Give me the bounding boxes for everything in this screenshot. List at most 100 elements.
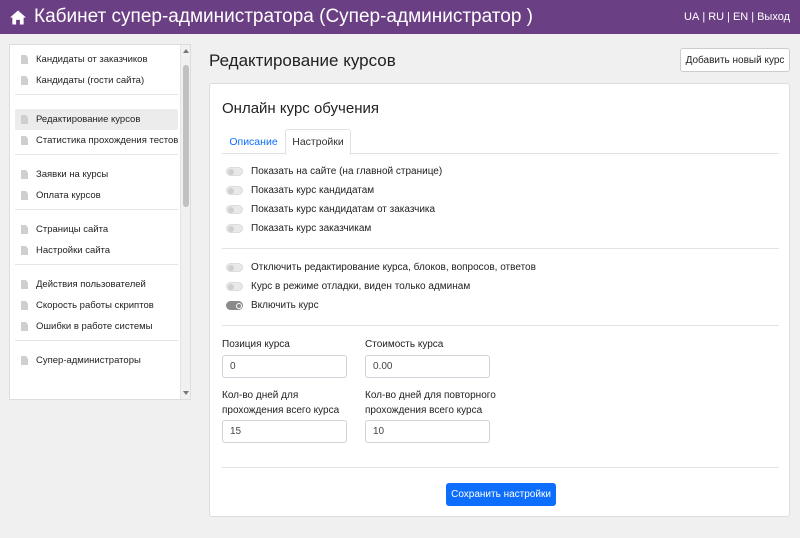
document-icon <box>21 322 28 331</box>
show-to-customer-candidates-toggle[interactable] <box>226 205 243 214</box>
repeat-days-label-line1: Кол-во дней для повторного <box>365 390 496 401</box>
scrollbar-thumb[interactable] <box>183 65 189 207</box>
sidebar-item-user-actions[interactable]: Действия пользователей <box>15 274 178 295</box>
sidebar-item-edit-courses[interactable]: Редактирование курсов <box>15 109 178 130</box>
sidebar-item-label: Ошибки в работе системы <box>36 321 153 332</box>
document-icon <box>21 356 28 365</box>
repeat-days-input[interactable]: 10 <box>365 420 490 443</box>
lang-ua-link[interactable]: UA <box>684 11 699 23</box>
app-title: Кабинет супер-администратора (Супер-адми… <box>34 6 533 27</box>
sidebar-group: Кандидаты от заказчиков Кандидаты (гости… <box>15 45 178 95</box>
sidebar-item-script-speed[interactable]: Скорость работы скриптов <box>15 295 178 316</box>
show-to-candidates-toggle[interactable] <box>226 186 243 195</box>
sidebar-item-course-payments[interactable]: Оплата курсов <box>15 185 178 206</box>
sidebar-group: Страницы сайта Настройки сайта <box>15 210 178 265</box>
document-icon <box>21 280 28 289</box>
debug-mode-toggle[interactable] <box>226 282 243 291</box>
sidebar-item-test-statistics[interactable]: Статистика прохождения тестов <box>15 130 178 151</box>
document-icon <box>21 136 28 145</box>
position-label: Позиция курса <box>222 339 290 350</box>
switch-label: Показать на сайте (на главной странице) <box>251 166 443 177</box>
save-settings-button[interactable]: Сохранить настройки <box>446 483 556 506</box>
divider <box>222 325 779 326</box>
switch-label: Показать курс кандидатам <box>251 185 375 196</box>
sidebar-item-label: Скорость работы скриптов <box>36 300 154 311</box>
sidebar-item-super-admins[interactable]: Супер-администраторы <box>15 350 178 371</box>
days-label-line2: прохождения всего курса <box>222 405 340 416</box>
price-label: Стоимость курса <box>365 339 444 350</box>
switch-row: Показать курс заказчикам <box>226 223 371 234</box>
position-input[interactable]: 0 <box>222 355 347 378</box>
sidebar-item-guest-candidates[interactable]: Кандидаты (гости сайта) <box>15 70 178 91</box>
sidebar-item-course-requests[interactable]: Заявки на курсы <box>15 164 178 185</box>
separator: | <box>702 11 706 23</box>
sidebar-group: Редактирование курсов Статистика прохожд… <box>15 95 178 155</box>
logout-link[interactable]: Выход <box>757 11 790 23</box>
document-icon <box>21 55 28 64</box>
document-icon <box>21 170 28 179</box>
sidebar-item-label: Кандидаты от заказчиков <box>36 54 148 65</box>
sidebar-item-label: Заявки на курсы <box>36 169 109 180</box>
show-to-customers-toggle[interactable] <box>226 224 243 233</box>
course-card: Онлайн курс обучения Описание Настройки … <box>209 83 790 517</box>
sidebar-item-site-settings[interactable]: Настройки сайта <box>15 240 178 261</box>
sidebar-item-label: Статистика прохождения тестов <box>36 135 179 146</box>
sidebar-scrollbar[interactable] <box>180 45 190 399</box>
divider <box>222 248 779 249</box>
days-input[interactable]: 15 <box>222 420 347 443</box>
lang-en-link[interactable]: EN <box>733 11 748 23</box>
card-title: Онлайн курс обучения <box>222 100 379 117</box>
show-on-site-toggle[interactable] <box>226 167 243 176</box>
document-icon <box>21 191 28 200</box>
switch-row: Включить курс <box>226 300 319 311</box>
repeat-days-label-line2: прохождения всего курса <box>365 405 483 416</box>
sidebar-item-label: Страницы сайта <box>36 224 109 235</box>
scroll-up-arrow-icon[interactable] <box>183 49 189 53</box>
sidebar-item-customer-candidates[interactable]: Кандидаты от заказчиков <box>15 49 178 70</box>
document-icon <box>21 301 28 310</box>
sidebar-group: Заявки на курсы Оплата курсов <box>15 155 178 210</box>
divider <box>222 467 779 468</box>
scroll-down-arrow-icon[interactable] <box>183 391 189 395</box>
switch-label: Показать курс заказчикам <box>251 223 372 234</box>
separator: | <box>727 11 730 23</box>
sidebar-item-system-errors[interactable]: Ошибки в работе системы <box>15 316 178 337</box>
switch-label: Показать курс кандидатам от заказчика <box>251 204 436 215</box>
enable-course-toggle[interactable] <box>226 301 243 310</box>
sidebar-item-label: Действия пользователей <box>36 279 146 290</box>
switch-label: Курс в режиме отладки, виден только адми… <box>251 281 471 292</box>
sidebar-item-label: Оплата курсов <box>36 190 101 201</box>
sidebar-item-label: Настройки сайта <box>36 245 111 256</box>
lang-ru-link[interactable]: RU <box>708 11 724 23</box>
add-course-button[interactable]: Добавить новый курс <box>680 48 790 72</box>
home-icon[interactable] <box>10 9 26 25</box>
switch-row: Показать курс кандидатам <box>226 185 374 196</box>
sidebar-group: Супер-администраторы <box>15 341 178 374</box>
separator: | <box>751 11 755 23</box>
switch-row: Курс в режиме отладки, виден только адми… <box>226 281 470 292</box>
switch-row: Показать курс кандидатам от заказчика <box>226 204 435 215</box>
document-icon <box>21 225 28 234</box>
switch-label: Отключить редактирование курса, блоков, … <box>251 262 536 273</box>
top-bar: Кабинет супер-администратора (Супер-адми… <box>0 0 800 34</box>
language-switcher: UA | RU | EN | Выход <box>684 11 790 23</box>
days-label-line1: Кол-во дней для <box>222 390 299 401</box>
disable-editing-toggle[interactable] <box>226 263 243 272</box>
tab-bar: Описание Настройки <box>222 129 779 155</box>
sidebar-item-site-pages[interactable]: Страницы сайта <box>15 219 178 240</box>
switch-label: Включить курс <box>251 300 319 311</box>
switch-row: Показать на сайте (на главной странице) <box>226 166 442 177</box>
document-icon <box>21 246 28 255</box>
tab-settings[interactable]: Настройки <box>285 129 351 155</box>
sidebar: Кандидаты от заказчиков Кандидаты (гости… <box>9 44 191 400</box>
document-icon <box>21 76 28 85</box>
sidebar-item-label: Кандидаты (гости сайта) <box>36 75 145 86</box>
price-input[interactable]: 0.00 <box>365 355 490 378</box>
sidebar-group: Действия пользователей Скорость работы с… <box>15 265 178 341</box>
switch-row: Отключить редактирование курса, блоков, … <box>226 262 536 273</box>
tab-description[interactable]: Описание <box>222 129 285 154</box>
sidebar-item-label: Редактирование курсов <box>36 114 141 125</box>
document-icon <box>21 115 28 124</box>
sidebar-item-label: Супер-администраторы <box>36 355 141 366</box>
page-title: Редактирование курсов <box>209 51 396 70</box>
